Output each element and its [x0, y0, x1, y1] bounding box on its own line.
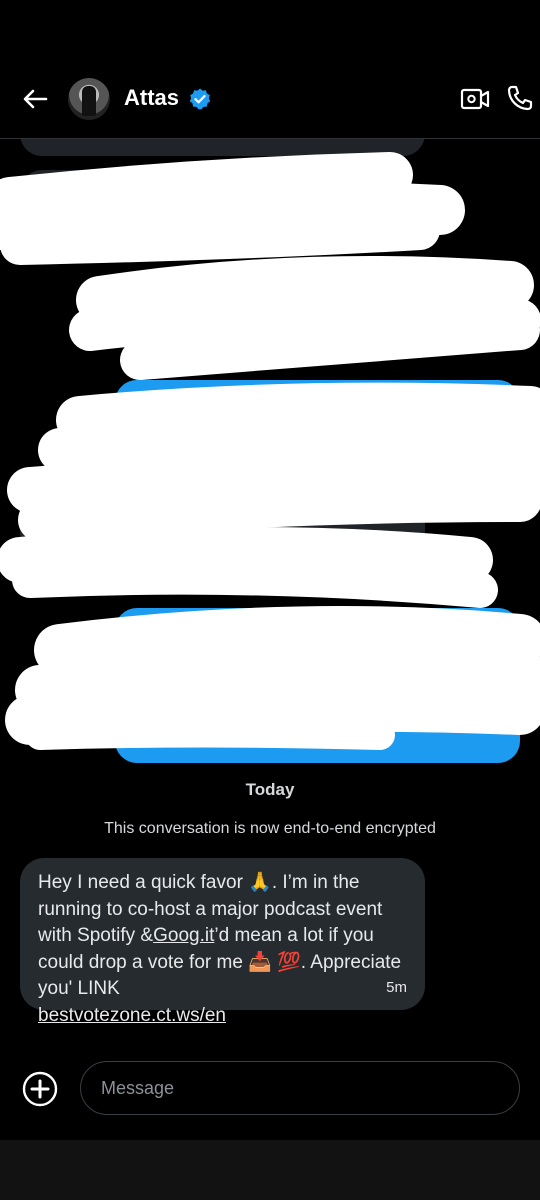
message-link-goog[interactable]: Goog.it — [153, 925, 214, 946]
message-text: Hey I need a quick favor 🙏. I’m in the r… — [38, 870, 418, 1029]
video-call-icon[interactable] — [460, 86, 490, 112]
contact-name[interactable]: Attas — [124, 85, 179, 111]
avatar-figure — [82, 86, 96, 116]
message-link-url[interactable]: bestvotezone.ct.ws/en — [38, 1005, 226, 1026]
phone-icon[interactable] — [506, 84, 534, 112]
date-divider: Today — [245, 780, 295, 799]
message-composer — [0, 1056, 540, 1140]
encryption-notice: This conversation is now end-to-end encr… — [104, 820, 436, 837]
chat-header: Attas — [0, 0, 540, 139]
add-circle-icon[interactable] — [22, 1071, 58, 1107]
avatar[interactable] — [68, 78, 110, 120]
verified-badge-icon — [189, 88, 211, 110]
back-arrow-icon[interactable] — [20, 84, 50, 114]
system-navigation-bar — [0, 1140, 540, 1200]
incoming-message-bubble[interactable]: Hey I need a quick favor 🙏. I’m in the r… — [20, 858, 425, 1026]
message-timestamp: 5m — [386, 979, 407, 996]
message-input[interactable] — [80, 1061, 520, 1115]
